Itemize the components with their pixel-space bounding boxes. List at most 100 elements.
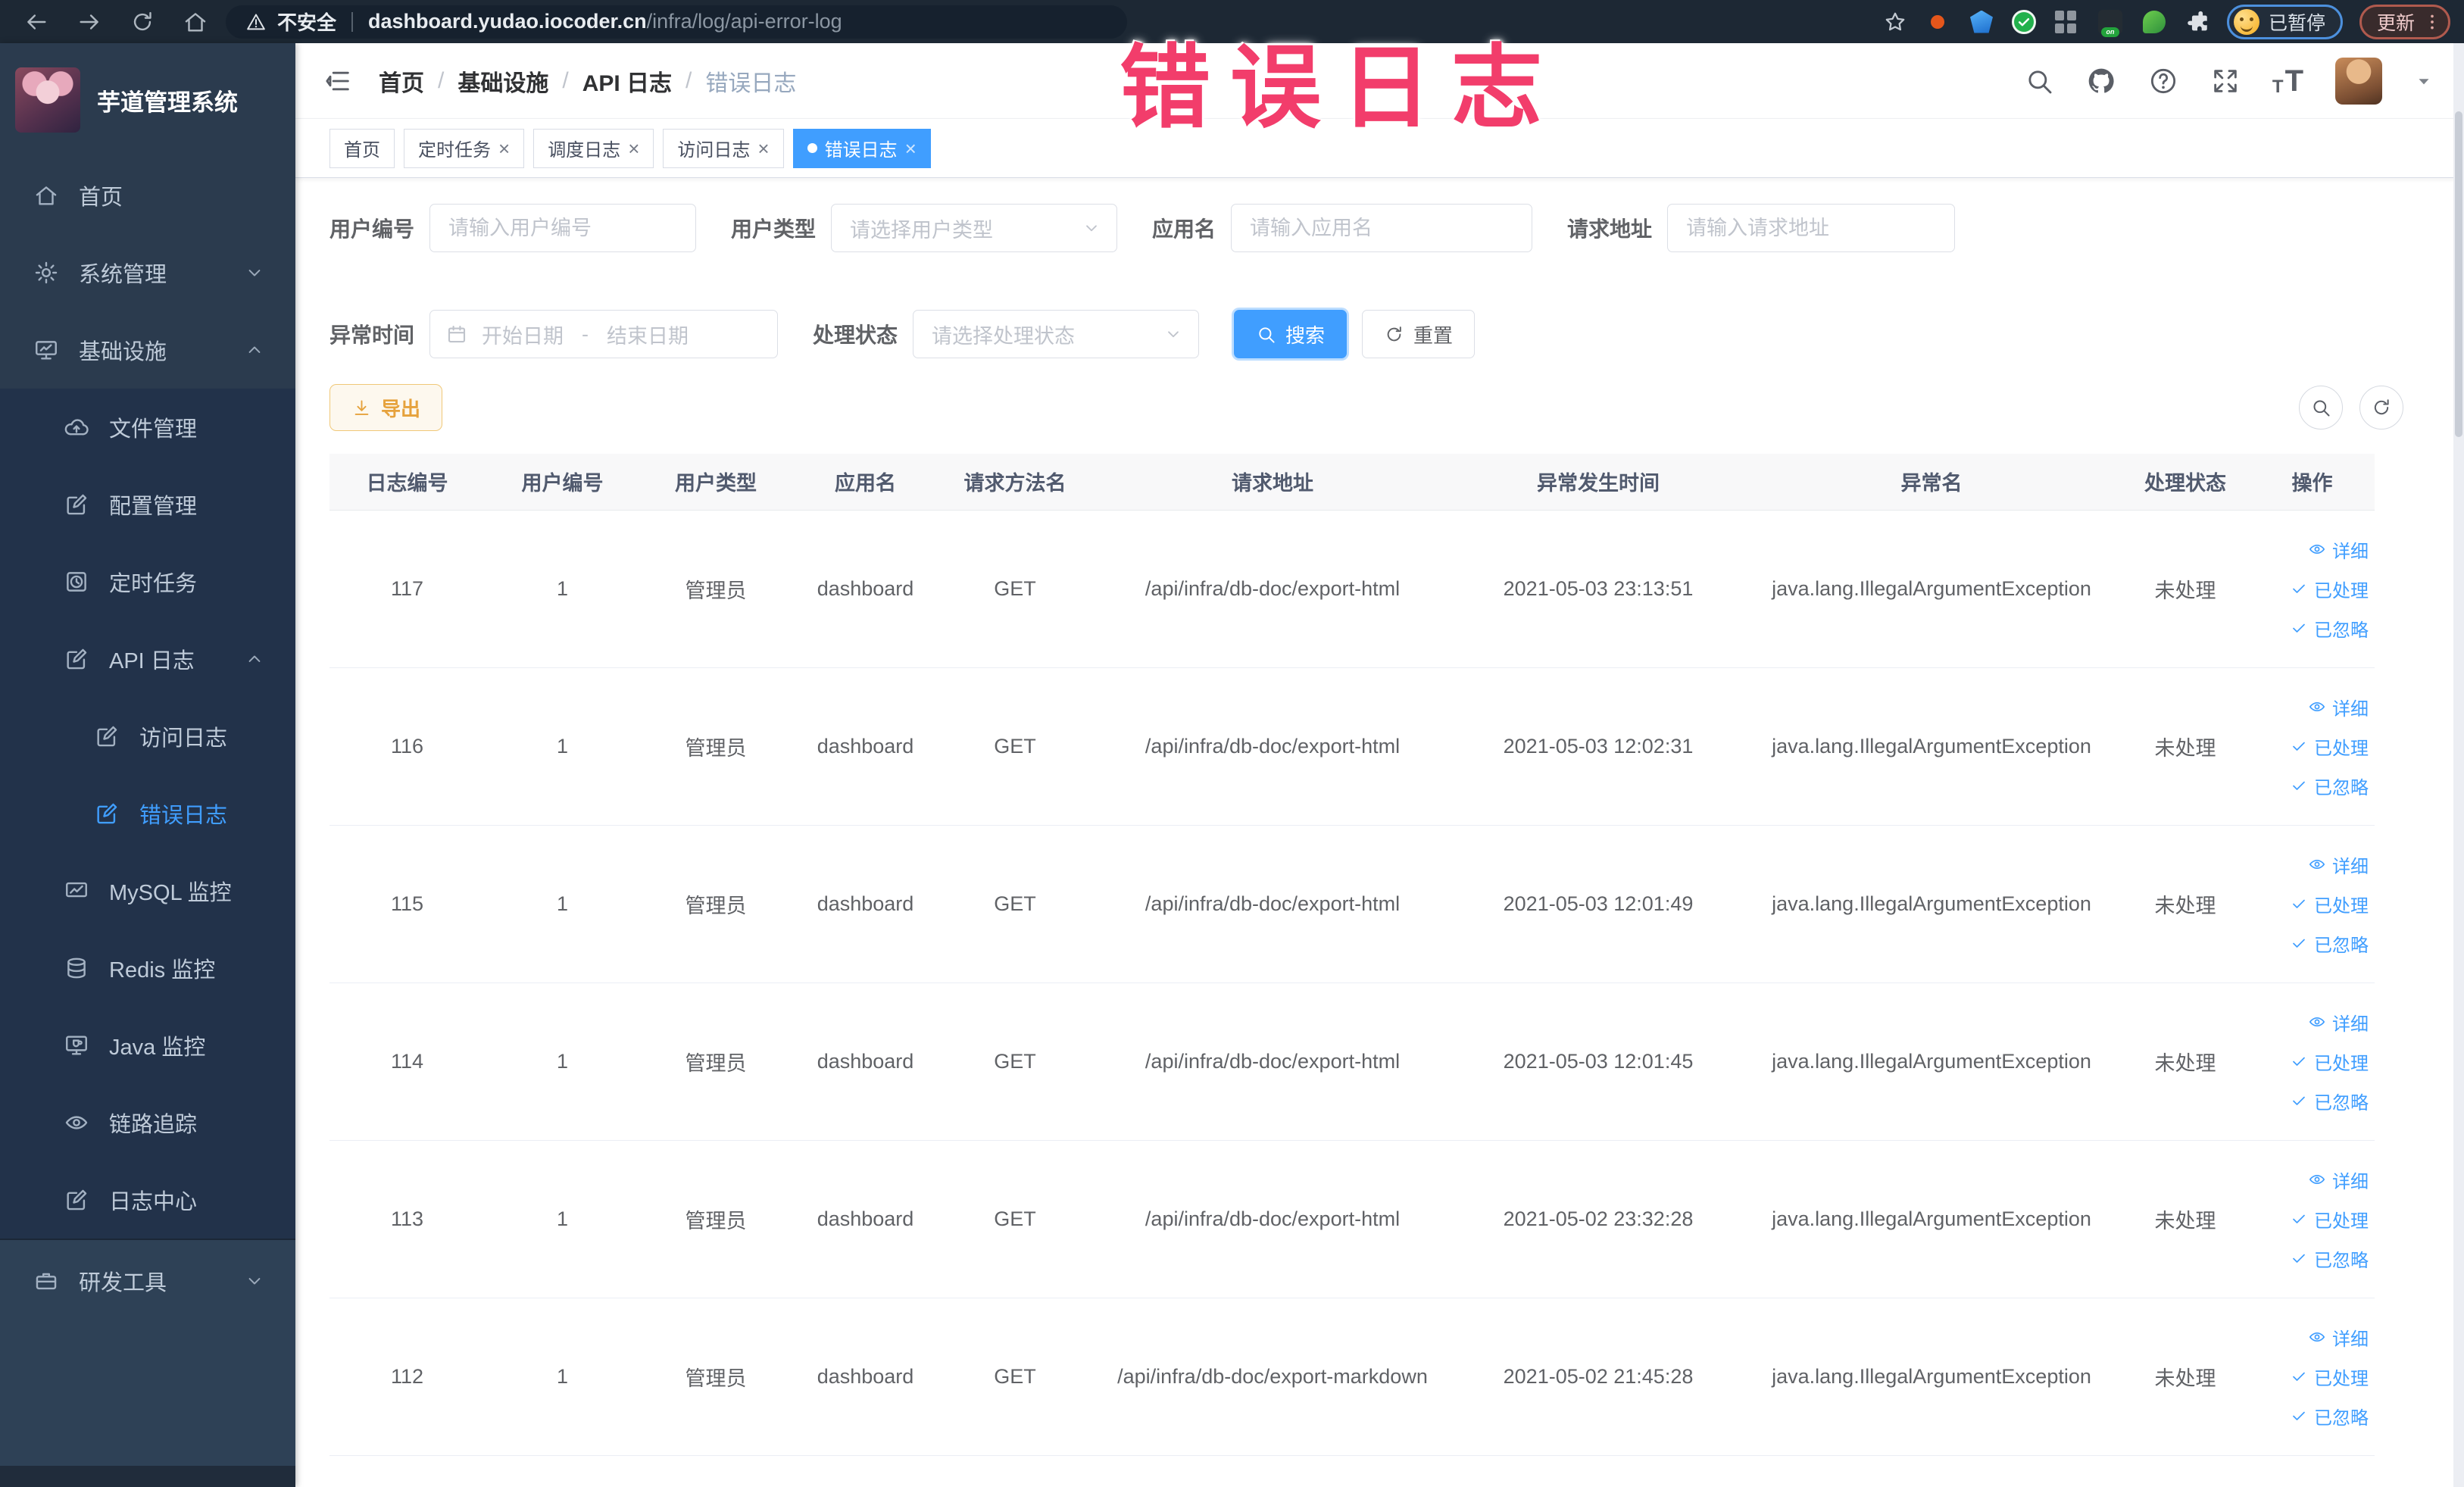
sidebar-item-file[interactable]: 文件管理 (0, 389, 295, 466)
app-title: 芋道管理系统 (97, 89, 238, 116)
sidebar-item-home[interactable]: 首页 (0, 157, 295, 234)
browser-reload-icon[interactable] (130, 9, 155, 35)
detail-link[interactable]: 详细 (2256, 530, 2369, 569)
java-icon (64, 1032, 89, 1058)
sidebar-item-log-center[interactable]: 日志中心 (0, 1161, 295, 1239)
bookmark-star-icon[interactable] (1883, 10, 1907, 34)
ignored-link[interactable]: 已忽略 (2256, 1396, 2369, 1435)
caret-down-icon[interactable] (2414, 71, 2434, 91)
table-row: 117 1 管理员 dashboard GET/api/infra/db-doc/exp… (329, 510, 2375, 668)
extension-leaf-icon[interactable] (2141, 8, 2168, 36)
ignored-link[interactable]: 已忽略 (2256, 923, 2369, 963)
browser-back-icon[interactable] (23, 9, 49, 35)
breadcrumb-separator: / (685, 67, 692, 93)
reset-button[interactable]: 重置 (1362, 310, 1476, 358)
fullscreen-icon[interactable] (2210, 66, 2241, 96)
user-type-select[interactable]: 请选择用户类型 (831, 204, 1118, 252)
processed-link[interactable]: 已处理 (2256, 1042, 2369, 1081)
detail-link[interactable]: 详细 (2256, 1317, 2369, 1357)
processed-link[interactable]: 已处理 (2256, 726, 2369, 766)
download-icon (351, 398, 372, 418)
sidebar-item-infra[interactable]: 基础设施 (0, 311, 295, 389)
close-tab-icon[interactable]: × (757, 139, 769, 158)
detail-link[interactable]: 详细 (2256, 1160, 2369, 1199)
breadcrumb-item[interactable]: API 日志 (582, 64, 672, 98)
row-actions: 详细 已处理 已忽略 (2250, 510, 2375, 668)
request-url-input[interactable] (1667, 204, 1956, 252)
scrollbar[interactable] (2453, 43, 2464, 1487)
exception-time-range[interactable]: 开始日期 - 结束日期 (429, 310, 779, 358)
sidebar-item-api-log[interactable]: API 日志 (0, 620, 295, 698)
processed-link[interactable]: 已处理 (2256, 1199, 2369, 1239)
browser-forward-icon[interactable] (77, 9, 102, 35)
tab-access-log[interactable]: 访问日志 × (663, 128, 784, 168)
browser-home-icon[interactable] (183, 9, 208, 35)
hamburger-icon[interactable] (323, 66, 353, 96)
tab-home[interactable]: 首页 (329, 128, 395, 168)
user-id-input[interactable] (429, 204, 697, 252)
processed-link[interactable]: 已处理 (2256, 884, 2369, 923)
sidebar-item-java[interactable]: Java 监控 (0, 1007, 295, 1084)
sidebar-item-redis[interactable]: Redis 监控 (0, 929, 295, 1007)
close-tab-icon[interactable]: × (905, 139, 917, 158)
tab-job-log[interactable]: 调度日志 × (533, 128, 654, 168)
close-tab-icon[interactable]: × (628, 139, 639, 158)
sidebar-item-config[interactable]: 配置管理 (0, 466, 295, 543)
sidebar-item-devtools[interactable]: 研发工具 (0, 1239, 295, 1322)
search-button[interactable]: 搜索 (1234, 310, 1348, 358)
tab-error-log[interactable]: 错误日志 × (792, 128, 931, 168)
browser-actions: on 已暂停 更新 (1883, 4, 2450, 39)
extension-orange-icon[interactable] (1924, 8, 1951, 36)
scrollbar-thumb[interactable] (2455, 111, 2462, 437)
process-status-select[interactable]: 请选择处理状态 (913, 310, 1200, 358)
ignored-link[interactable]: 已忽略 (2256, 1239, 2369, 1278)
hide-search-button[interactable] (2299, 386, 2343, 430)
extension-onoff-icon[interactable]: on (2097, 8, 2124, 37)
sidebar-item-access-log[interactable]: 访问日志 (0, 698, 295, 775)
check-icon (2290, 776, 2308, 795)
ignored-link[interactable]: 已忽略 (2256, 608, 2369, 648)
sidebar-item-job[interactable]: 定时任务 (0, 543, 295, 620)
extension-shield-icon[interactable] (1968, 8, 1995, 36)
search-icon[interactable] (2024, 66, 2054, 96)
sidebar-item-system[interactable]: 系统管理 (0, 234, 295, 311)
breadcrumb-item[interactable]: 首页 (379, 64, 424, 98)
table-cell: /api/infra/db-doc/export-markdown (1091, 1298, 1454, 1456)
extensions-puzzle-icon[interactable] (2184, 9, 2210, 35)
check-icon (2290, 1249, 2308, 1267)
extension-grid-icon[interactable] (2053, 8, 2080, 36)
sync-paused-badge: 已暂停 (2268, 12, 2325, 34)
eye-icon (2308, 1013, 2326, 1031)
breadcrumb-item[interactable]: 基础设施 (458, 64, 548, 98)
export-button[interactable]: 导出 (329, 384, 443, 431)
table-cell: java.lang.IllegalArgumentException (1742, 667, 2121, 826)
detail-link[interactable]: 详细 (2256, 1002, 2369, 1042)
close-tab-icon[interactable]: × (498, 139, 510, 158)
font-size-icon[interactable]: TT (2272, 66, 2303, 96)
sidebar-item-error-log[interactable]: 错误日志 (0, 775, 295, 852)
processed-link[interactable]: 已处理 (2256, 569, 2369, 608)
browser-update-button[interactable]: 更新 (2359, 4, 2450, 39)
detail-link[interactable]: 详细 (2256, 845, 2369, 884)
table-cell: 2021-05-03 12:01:45 (1454, 982, 1742, 1141)
browser-profile-chip[interactable]: 已暂停 (2226, 4, 2343, 39)
browser-toolbar: 不安全 dashboard.yudao.iocoder.cn/infra/log… (0, 0, 2464, 43)
detail-link[interactable]: 详细 (2256, 687, 2369, 726)
sidebar-item-mysql[interactable]: MySQL 监控 (0, 852, 295, 929)
ignored-link[interactable]: 已忽略 (2256, 766, 2369, 805)
app-logo[interactable]: 芋道管理系统 (0, 43, 295, 157)
column-header: 用户类型 (640, 454, 792, 511)
github-icon[interactable] (2086, 66, 2116, 96)
refresh-table-button[interactable] (2359, 386, 2403, 430)
sidebar-item-trace[interactable]: 链路追踪 (0, 1084, 295, 1161)
ignored-link[interactable]: 已忽略 (2256, 1081, 2369, 1120)
extension-check-icon[interactable] (2011, 9, 2036, 34)
processed-link[interactable]: 已处理 (2256, 1357, 2369, 1396)
filter-label-exception-time: 异常时间 (329, 323, 415, 347)
help-icon[interactable] (2148, 66, 2178, 96)
check-icon (2290, 619, 2308, 637)
tab-job[interactable]: 定时任务 × (404, 128, 525, 168)
user-avatar[interactable] (2335, 57, 2382, 105)
app-name-input[interactable] (1231, 204, 1533, 252)
address-bar[interactable]: 不安全 dashboard.yudao.iocoder.cn/infra/log… (226, 5, 1127, 39)
